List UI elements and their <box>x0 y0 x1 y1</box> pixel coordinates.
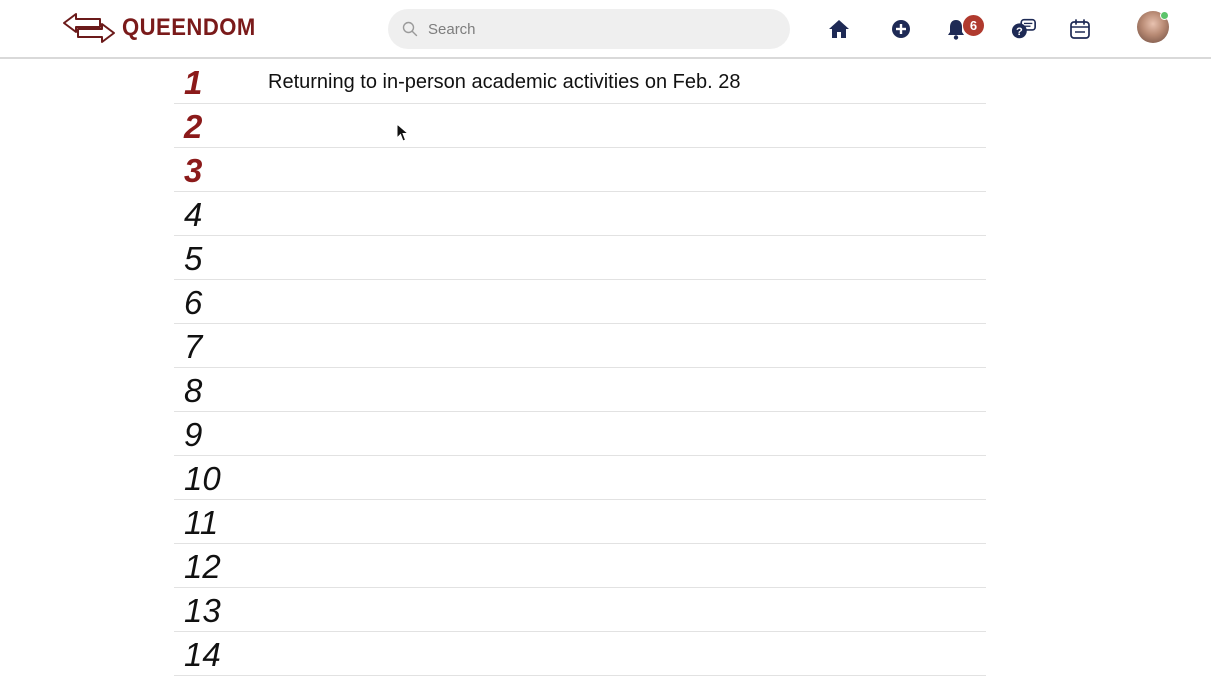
svg-text:?: ? <box>1016 26 1023 38</box>
list-item[interactable]: 8 <box>174 368 986 412</box>
notification-badge: 6 <box>962 14 985 37</box>
rank-number: 5 <box>184 240 203 277</box>
app-name: QUEENDOM <box>122 14 256 41</box>
rank-number: 13 <box>184 592 221 629</box>
search-bar[interactable] <box>388 9 790 49</box>
logo[interactable]: QUEENDOM <box>62 10 267 46</box>
rank-number: 4 <box>184 196 203 233</box>
list-item[interactable]: 7 <box>174 324 986 368</box>
list-item[interactable]: 1 Returning to in-person academic activi… <box>174 60 986 104</box>
list-item-text: Returning to in-person academic activiti… <box>268 71 741 93</box>
online-status-dot <box>1160 11 1169 20</box>
chat-help-icon[interactable]: ? <box>1011 16 1037 42</box>
search-input[interactable] <box>426 19 760 39</box>
rank-number: 7 <box>184 328 203 365</box>
rank-number: 11 <box>184 504 219 541</box>
list-item[interactable]: 14 <box>174 632 986 676</box>
list-item[interactable]: 5 <box>174 236 986 280</box>
search-icon <box>402 21 418 37</box>
rank-number: 14 <box>184 636 221 673</box>
rank-number: 3 <box>184 152 203 189</box>
rank-number: 8 <box>184 372 203 409</box>
home-icon[interactable] <box>826 16 852 42</box>
mouse-cursor-icon <box>396 122 410 148</box>
rank-number: 2 <box>184 108 203 145</box>
rank-number: 6 <box>184 284 203 321</box>
rank-number: 12 <box>184 548 221 585</box>
calendar-icon[interactable] <box>1067 16 1093 42</box>
list-item[interactable]: 3 <box>174 148 986 192</box>
rank-number: 10 <box>184 460 221 497</box>
add-circle-icon[interactable] <box>888 16 914 42</box>
list-item[interactable]: 4 <box>174 192 986 236</box>
list-item[interactable]: 12 <box>174 544 986 588</box>
list-item[interactable]: 10 <box>174 456 986 500</box>
rank-number: 1 <box>184 64 203 101</box>
list-item[interactable]: 6 <box>174 280 986 324</box>
list-item[interactable]: 9 <box>174 412 986 456</box>
list-item[interactable]: 2 <box>174 104 986 148</box>
rank-number: 9 <box>184 416 203 453</box>
top-bar: QUEENDOM 6 <box>0 0 1211 59</box>
list-item[interactable]: 13 <box>174 588 986 632</box>
list-item[interactable]: 11 <box>174 500 986 544</box>
ranking-list: 1 Returning to in-person academic activi… <box>174 60 986 676</box>
double-arrow-logo-icon <box>62 11 116 45</box>
